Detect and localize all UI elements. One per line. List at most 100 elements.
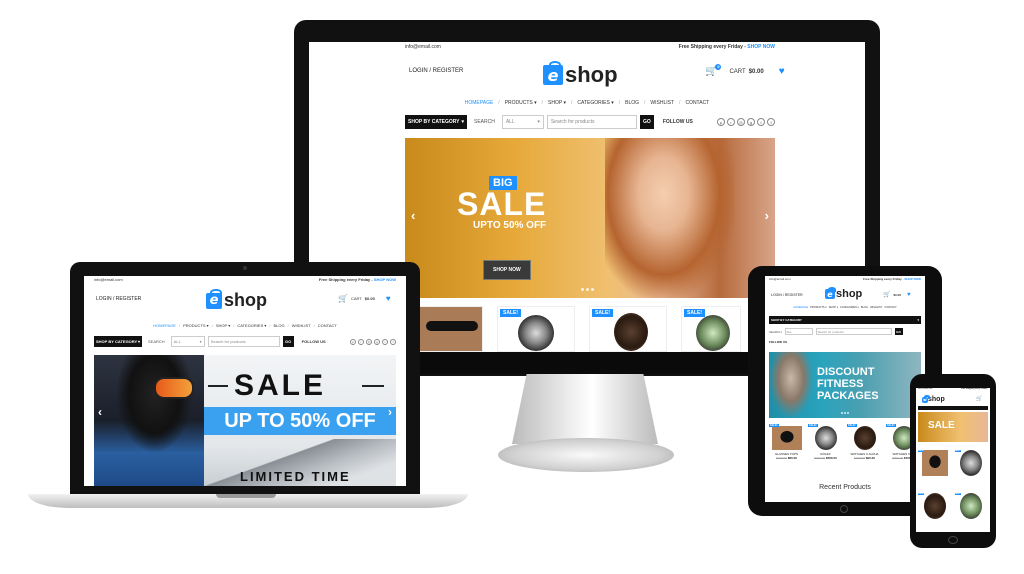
login-link[interactable]: LOGIN / REGISTER	[409, 68, 463, 74]
login-link[interactable]: LOGIN / REGISTER	[771, 293, 803, 297]
instagram-icon[interactable]: ◎	[737, 118, 745, 126]
category-select[interactable]: ALL	[784, 328, 813, 335]
category-select[interactable]: ALL ▾	[501, 115, 544, 129]
nav-products[interactable]: PRODUCTS ▾	[183, 323, 209, 328]
nav-wishlist[interactable]: WISHLIST	[870, 306, 882, 309]
rss-icon[interactable]: r	[727, 118, 735, 126]
google-plus-icon[interactable]: g	[747, 118, 755, 126]
email-text[interactable]: info@email.com	[769, 277, 791, 281]
sale-badge: SALE!	[808, 424, 818, 427]
wishlist-icon[interactable]: ♥	[907, 292, 911, 298]
instagram-icon[interactable]: ◎	[366, 338, 372, 345]
chevron-right-icon[interactable]: ›	[765, 208, 769, 223]
nav-homepage[interactable]: HOMEPAGE	[153, 323, 176, 328]
pinterest-icon[interactable]: p	[717, 118, 725, 126]
nav-contact[interactable]: CONTACT	[685, 100, 709, 106]
login-link[interactable]: LOGIN / REGISTER	[96, 296, 141, 302]
search-placeholder: Search for products	[550, 119, 595, 125]
phone-home-button[interactable]	[948, 536, 958, 544]
price: $80.00	[787, 456, 797, 460]
search-input[interactable]: Search for products	[815, 328, 892, 335]
product-card[interactable]	[419, 306, 483, 352]
sale-badge: SALE!	[918, 492, 924, 495]
cart-widget[interactable]: 🛒 CART $0.00 ♥	[338, 294, 391, 303]
sale-badge: SALE!	[500, 309, 521, 317]
facebook-icon[interactable]: f	[767, 118, 775, 126]
nav-products[interactable]: PRODUCTS ▾	[505, 100, 537, 106]
tablet-home-button[interactable]	[840, 505, 848, 513]
product-card[interactable]: SALE! ROLEX $700.00 $500.00	[808, 424, 843, 474]
google-plus-icon[interactable]: g	[374, 338, 380, 345]
nav-wishlist[interactable]: WISHLIST	[292, 323, 311, 328]
chevron-down-icon: ▾	[917, 318, 919, 322]
watch-image	[960, 492, 983, 519]
nav-contact[interactable]: CONTACT	[318, 323, 337, 328]
athlete-image	[769, 352, 813, 418]
nav-shop[interactable]: SHOP ▾	[829, 306, 838, 309]
hero-shop-now-button[interactable]: SHOP NOW	[483, 260, 531, 280]
twitter-icon[interactable]: t	[757, 118, 765, 126]
go-button[interactable]: GO	[894, 328, 903, 335]
shop-now-link[interactable]: SHOP NOW	[374, 277, 396, 282]
desktop-hero-banner: BIG SALE UPTO 50% OFF SHOP NOW ‹ ›	[405, 138, 775, 298]
product-card[interactable]: SALE! WATCHES X ALPHA $200.00 $90.00	[847, 424, 882, 474]
product-card[interactable]: SALE!	[918, 492, 952, 529]
nav-categories[interactable]: CATEGORIES ▾	[840, 306, 859, 309]
product-card[interactable]: SALE!	[681, 306, 741, 352]
phone-topbar: info@email.com Free Shipping every Frida…	[918, 388, 988, 390]
nav-homepage[interactable]: HOMEPAGE	[465, 100, 494, 106]
laptop-hero-title-line-left	[208, 385, 228, 387]
nav-homepage[interactable]: HOMEPAGE	[793, 306, 808, 309]
category-select[interactable]: ALL ▾	[170, 336, 205, 347]
search-input[interactable]: Search for products	[546, 115, 637, 129]
phone-menu-bar[interactable]	[918, 406, 988, 410]
nav-shop[interactable]: SHOP ▾	[548, 100, 566, 106]
cart-widget[interactable]: 🛒 0 CART $0.00 ♥	[705, 63, 785, 77]
nav-contact[interactable]: CONTACT	[884, 306, 896, 309]
go-button[interactable]: GO	[639, 115, 654, 129]
twitter-icon[interactable]: t	[382, 338, 388, 345]
nav-blog[interactable]: BLOG	[625, 100, 639, 106]
wishlist-icon[interactable]: ♥	[386, 294, 391, 303]
product-card[interactable]: SALE!	[497, 306, 575, 352]
nav-blog[interactable]: BLOG	[861, 306, 868, 309]
site-logo[interactable]: e shop	[825, 286, 862, 300]
search-input[interactable]: Search for products	[207, 336, 280, 347]
nav-categories[interactable]: CATEGORIES ▾	[577, 100, 613, 106]
slider-dots[interactable]	[581, 288, 594, 291]
nav-wishlist[interactable]: WISHLIST	[650, 100, 674, 106]
shop-now-link[interactable]: SHOP NOW	[747, 44, 775, 50]
cart-icon[interactable]: 🛒	[976, 396, 982, 402]
site-logo[interactable]: e shop	[543, 60, 618, 88]
product-card[interactable]: SALE!	[918, 450, 952, 486]
site-logo[interactable]: e shop	[206, 288, 267, 311]
product-card[interactable]: SALE!	[954, 450, 989, 486]
go-button[interactable]: GO	[282, 336, 294, 347]
product-card[interactable]: SALE!	[954, 492, 989, 529]
slider-dots[interactable]	[841, 412, 849, 414]
nav-blog[interactable]: BLOG	[274, 323, 285, 328]
wishlist-icon[interactable]: ♥	[779, 66, 785, 77]
email-text[interactable]: info@email.com	[405, 44, 441, 50]
rss-icon[interactable]: r	[358, 338, 364, 345]
email-text[interactable]: info@email.com	[918, 388, 932, 390]
nav-shop[interactable]: SHOP ▾	[216, 323, 230, 328]
chevron-left-icon[interactable]: ‹	[98, 405, 102, 419]
product-card[interactable]: SALE!	[589, 306, 667, 352]
nav-sep: /	[679, 100, 681, 106]
product-card[interactable]: SALE! GLASSES TOPS $100.00 $80.00	[769, 424, 804, 474]
nav-categories[interactable]: CATEGORIES ▾	[237, 323, 266, 328]
facebook-icon[interactable]: f	[390, 338, 396, 345]
email-text[interactable]: info@email.com	[94, 277, 123, 282]
shop-by-category-button[interactable]: SHOP BY CATEGORY ▾	[94, 336, 142, 347]
pinterest-icon[interactable]: p	[350, 338, 356, 345]
shop-now-link[interactable]: SHOP NOW	[904, 277, 921, 281]
shipping-text: Free Shipping every Friday -	[961, 388, 988, 390]
chevron-left-icon[interactable]: ‹	[411, 208, 415, 223]
nav-products[interactable]: PRODUCTS ▾	[810, 306, 827, 309]
chevron-right-icon[interactable]: ›	[388, 405, 392, 419]
cart-widget[interactable]: 🛒 $0.00 ♥	[883, 291, 911, 299]
shop-by-category-button[interactable]: SHOP BY CATEGORY ▾	[769, 316, 921, 324]
shop-by-category-button[interactable]: SHOP BY CATEGORY ▾	[405, 115, 467, 129]
site-logo[interactable]: e shop	[922, 395, 945, 403]
